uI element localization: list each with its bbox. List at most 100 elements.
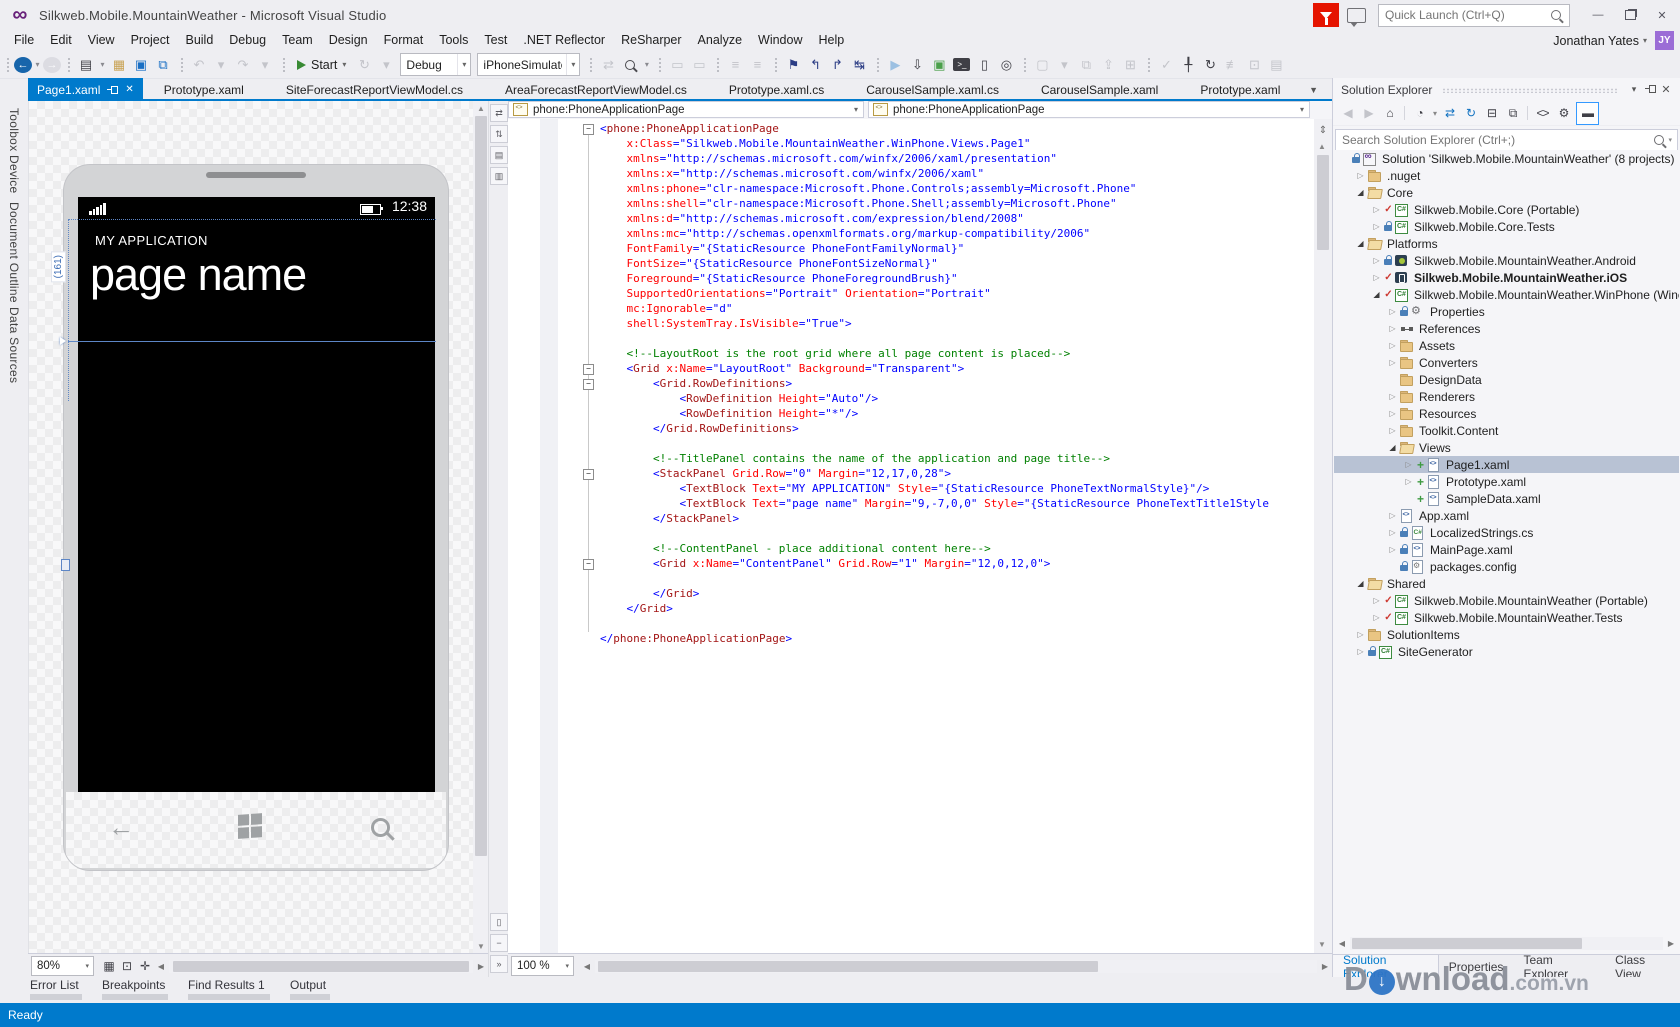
phone-screen[interactable]: 12:38 MY APPLICATION page name xyxy=(78,197,435,792)
tree-item-solutionitems[interactable]: ▷SolutionItems xyxy=(1334,626,1679,643)
navigate-backward-icon[interactable]: ← xyxy=(14,57,32,73)
collapse-region-icon[interactable]: − xyxy=(583,124,594,135)
back-icon[interactable]: ◀ xyxy=(1337,103,1358,124)
find-caret-icon[interactable]: ▾ xyxy=(641,53,652,77)
tab-prototype-xaml[interactable]: Prototype.xaml xyxy=(1179,78,1301,101)
chevron-down-icon[interactable]: ▾ xyxy=(1668,136,1672,144)
tree-item-sampledata-xaml[interactable]: +SampleData.xaml xyxy=(1334,490,1679,507)
expander-expanded-icon[interactable]: ◢ xyxy=(1354,239,1367,248)
maximize-button[interactable] xyxy=(1616,4,1644,26)
tab-areaforecastreportviewmodel-cs[interactable]: AreaForecastReportViewModel.cs xyxy=(484,78,708,101)
menu-item-team[interactable]: Team xyxy=(274,30,321,51)
tree-item-references[interactable]: ▷References xyxy=(1334,320,1679,337)
pin-icon[interactable] xyxy=(1642,84,1658,95)
pin-icon[interactable] xyxy=(107,85,118,94)
expander-collapsed-icon[interactable]: ▷ xyxy=(1386,358,1399,367)
designer-vertical-scrollbar[interactable]: ▲ ▼ xyxy=(473,101,489,953)
panel-tab-find-results-1[interactable]: Find Results 1 xyxy=(188,977,276,1003)
menu-item-help[interactable]: Help xyxy=(811,30,853,51)
chevron-down-icon[interactable]: ▾ xyxy=(1297,105,1307,114)
editor-vertical-scrollbar[interactable]: ⇕ ▲ ▼ xyxy=(1314,119,1332,953)
forward-icon[interactable]: ▶ xyxy=(1358,103,1379,124)
app-title-text[interactable]: MY APPLICATION xyxy=(95,233,208,248)
menu-item-build[interactable]: Build xyxy=(177,30,221,51)
error-document-caret-icon[interactable]: ▾ xyxy=(1053,53,1075,77)
properties-window-icon[interactable]: ⚙ xyxy=(1553,103,1574,124)
expander-collapsed-icon[interactable]: ▷ xyxy=(1386,324,1399,333)
expander-expanded-icon[interactable]: ◢ xyxy=(1354,579,1367,588)
new-file-icon[interactable]: ▤ xyxy=(75,53,97,77)
navigate-backward-caret-icon[interactable]: ▾ xyxy=(32,53,43,77)
swap-panes-icon[interactable]: ⇄ xyxy=(490,104,508,122)
tab-page1-xaml[interactable]: Page1.xaml✕ xyxy=(28,78,143,101)
chevron-down-icon[interactable]: ▾ xyxy=(457,54,470,75)
expander-collapsed-icon[interactable]: ▷ xyxy=(1386,307,1399,316)
menu-item-analyze[interactable]: Analyze xyxy=(690,30,750,51)
user-name[interactable]: Jonathan Yates xyxy=(1553,34,1639,48)
redo-icon[interactable]: ↷ xyxy=(232,53,254,77)
scroll-up-icon[interactable]: ▲ xyxy=(1314,139,1330,153)
next-bookmark-icon[interactable]: ↱ xyxy=(826,53,848,77)
collapse-region-icon[interactable]: − xyxy=(583,469,594,480)
solution-explorer-header[interactable]: Solution Explorer ▾ ✕ xyxy=(1333,78,1680,101)
previous-bookmark-icon[interactable]: ↰ xyxy=(804,53,826,77)
sidebar-tab-toolbox[interactable]: Toolbox xyxy=(7,108,21,151)
tree-item-silkweb-mobile-mountainweather-tests[interactable]: ▷✓Silkweb.Mobile.MountainWeather.Tests xyxy=(1334,609,1679,626)
expander-collapsed-icon[interactable]: ▷ xyxy=(1386,528,1399,537)
run-on-device-icon[interactable]: ▶ xyxy=(884,53,906,77)
expander-collapsed-icon[interactable]: ▷ xyxy=(1386,426,1399,435)
tab-prototype-xaml-cs[interactable]: Prototype.xaml.cs xyxy=(708,78,845,101)
editor-zoom-combo[interactable]: 100 %▾ xyxy=(511,956,574,976)
view-code-icon[interactable]: <> xyxy=(1532,103,1553,124)
close-icon[interactable]: ✕ xyxy=(125,84,133,95)
tree-item-core[interactable]: ◢Core xyxy=(1334,184,1679,201)
tree-item-designdata[interactable]: DesignData xyxy=(1334,371,1679,388)
scroll-right-icon[interactable]: ▶ xyxy=(474,962,488,971)
deploy-to-phone-icon[interactable]: ⇩ xyxy=(906,53,928,77)
tree-item-solution-silkweb-mobile-mountainweather-[interactable]: Solution 'Silkweb.Mobile.MountainWeather… xyxy=(1334,150,1679,167)
scroll-right-icon[interactable]: ▶ xyxy=(1664,939,1678,948)
menu-item-file[interactable]: File xyxy=(6,30,42,51)
design-view-icon[interactable]: ▤ xyxy=(490,146,508,164)
tree-item-packages-config[interactable]: packages.config xyxy=(1334,558,1679,575)
collapse-all-icon[interactable]: ⊟ xyxy=(1481,103,1502,124)
navigate-forward-icon[interactable]: → xyxy=(43,57,61,73)
designer-horizontal-scrollbar[interactable] xyxy=(169,960,473,973)
row-handle[interactable] xyxy=(61,559,70,571)
find-in-files-icon[interactable] xyxy=(619,53,641,77)
expander-collapsed-icon[interactable]: ▷ xyxy=(1402,477,1415,486)
tree-item-silkweb-mobile-core-tests[interactable]: ▷Silkweb.Mobile.Core.Tests xyxy=(1334,218,1679,235)
tree-item-mainpage-xaml[interactable]: ▷MainPage.xaml xyxy=(1334,541,1679,558)
tree-item-resources[interactable]: ▷Resources xyxy=(1334,405,1679,422)
tab-carouselsample-xaml-cs[interactable]: CarouselSample.xaml.cs xyxy=(845,78,1020,101)
undo-caret-icon[interactable]: ▾ xyxy=(210,53,232,77)
show-grid-icon[interactable]: ▦ xyxy=(100,957,118,975)
tree-item-page1-xaml[interactable]: ▷+Page1.xaml xyxy=(1334,456,1679,473)
solution-explorer-search[interactable]: ▾ xyxy=(1335,129,1678,151)
expander-collapsed-icon[interactable]: ▷ xyxy=(1386,341,1399,350)
phone-preview[interactable]: 12:38 MY APPLICATION page name ← xyxy=(64,165,448,870)
scroll-left-icon[interactable]: ◀ xyxy=(580,962,594,971)
tree-item-silkweb-mobile-mountainweather-ios[interactable]: ▷✓Silkweb.Mobile.MountainWeather.iOS xyxy=(1334,269,1679,286)
scroll-left-icon[interactable]: ◀ xyxy=(154,962,168,971)
restart-caret-icon[interactable]: ▾ xyxy=(375,53,397,77)
tool-tab-properties[interactable]: Properties xyxy=(1439,955,1514,978)
tree-item-renderers[interactable]: ▷Renderers xyxy=(1334,388,1679,405)
menu-item-resharper[interactable]: ReSharper xyxy=(613,30,689,51)
expander-collapsed-icon[interactable]: ▷ xyxy=(1354,647,1367,656)
comment-selection-icon[interactable]: ≡ xyxy=(724,53,746,77)
window-position-icon[interactable]: ▾ xyxy=(1626,84,1642,95)
pending-changes-filter-icon[interactable]: ◔ xyxy=(1409,103,1430,124)
collapse-pane-icon[interactable]: » xyxy=(490,955,508,973)
close-button[interactable]: ✕ xyxy=(1648,4,1676,26)
schema-compare-icon[interactable]: ≢ xyxy=(1221,53,1243,77)
expander-collapsed-icon[interactable]: ▷ xyxy=(1386,511,1399,520)
quick-launch-input[interactable] xyxy=(1379,8,1551,22)
tree-item-sitegenerator[interactable]: ▷SiteGenerator xyxy=(1334,643,1679,660)
chevron-down-icon[interactable]: ▾ xyxy=(566,54,579,75)
tab-prototype-xaml[interactable]: Prototype.xaml xyxy=(143,78,265,101)
tool-tab-solution-explorer[interactable]: Solution Explorer xyxy=(1333,955,1439,978)
minimize-button[interactable]: — xyxy=(1584,4,1612,26)
save-all-icon[interactable]: ⧉ xyxy=(152,53,174,77)
tree-item-properties[interactable]: ▷Properties xyxy=(1334,303,1679,320)
